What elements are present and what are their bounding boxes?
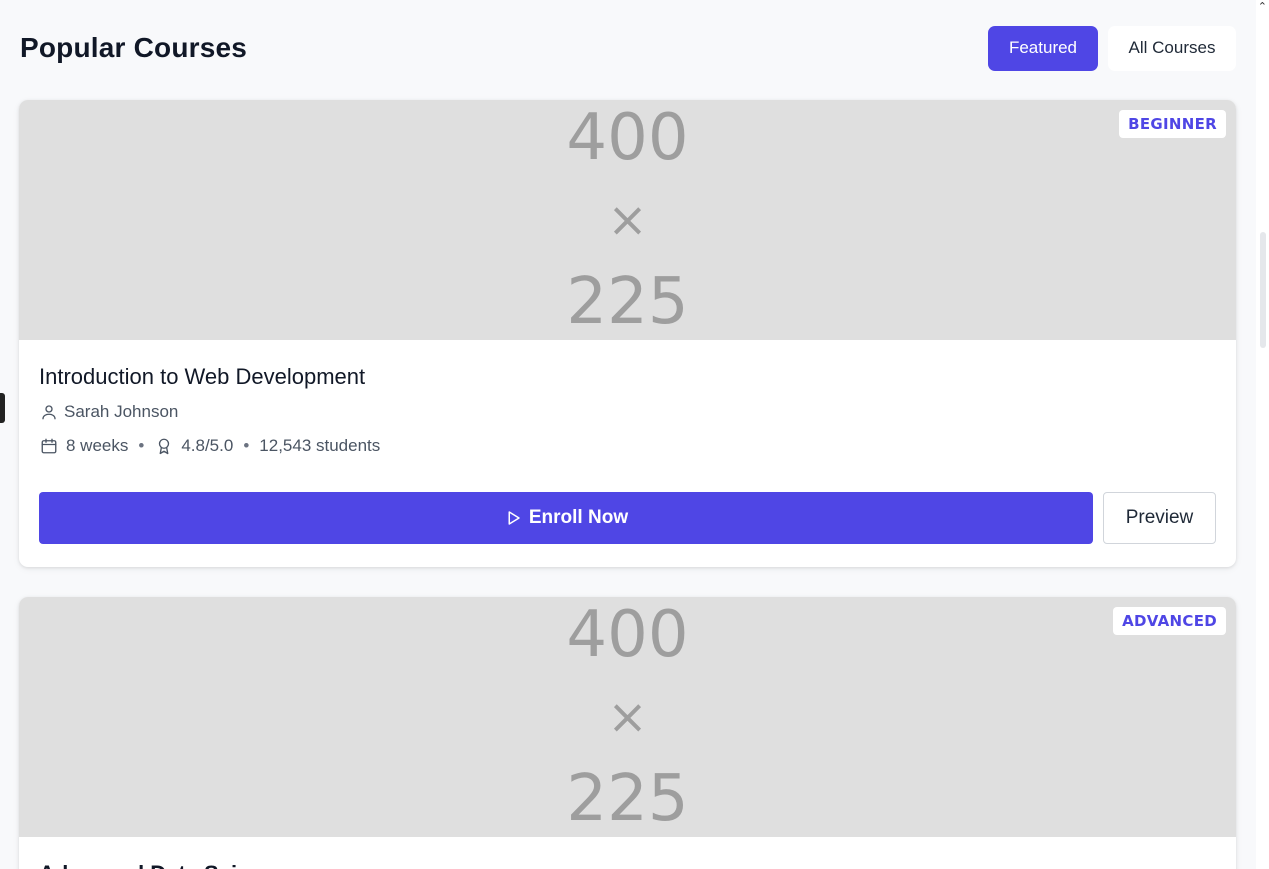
enroll-now-label: Enroll Now (528, 507, 629, 528)
scrollbar-thumb[interactable] (1260, 232, 1266, 348)
instructor-name: Sarah Johnson (64, 402, 179, 421)
course-thumbnail: 400 × 225 BEGINNER (19, 100, 1236, 340)
course-actions: Enroll Now Preview (39, 492, 1216, 544)
course-title: Introduction to Web Development (39, 364, 366, 389)
thumbnail-width-text: 400 (566, 101, 689, 175)
filter-tabs: Featured All Courses (988, 25, 1236, 71)
thumbnail-height-text: 225 (566, 265, 689, 339)
instructor-row: Sarah Johnson (39, 402, 1216, 422)
course-title: Advanced Data Science (39, 861, 287, 869)
preview-button[interactable]: Preview (1103, 492, 1216, 544)
award-icon (154, 437, 173, 456)
thumbnail-width-text: 400 (566, 598, 689, 672)
level-badge: BEGINNER (1119, 110, 1226, 138)
course-card: 400 × 225 ADVANCED Advanced Data Science (19, 597, 1236, 869)
course-meta: 8 weeks • 4.8/5.0 • 12,543 students (39, 436, 1216, 456)
user-icon (39, 403, 58, 422)
thumbnail-times-text: × (607, 689, 648, 745)
enroll-now-button[interactable]: Enroll Now (39, 492, 1093, 544)
course-rating: 4.8/5.0 (181, 436, 234, 455)
featured-filter-button[interactable]: Featured (988, 25, 1098, 71)
play-icon (504, 509, 523, 528)
course-card: 400 × 225 BEGINNER Introduction to Web D… (19, 100, 1236, 567)
meta-separator: • (243, 436, 250, 455)
course-details: Introduction to Web Development Sarah Jo… (19, 340, 1236, 564)
page-title: Popular Courses (20, 32, 248, 63)
all-courses-filter-button[interactable]: All Courses (1108, 25, 1236, 71)
scroll-up-arrow-icon[interactable]: ⌃ (1258, 0, 1267, 13)
header: Popular Courses Featured All Courses (20, 25, 1236, 71)
meta-separator: • (138, 436, 145, 455)
thumbnail-height-text: 225 (566, 762, 689, 836)
thumbnail-times-text: × (607, 192, 648, 248)
course-thumbnail: 400 × 225 ADVANCED (19, 597, 1236, 837)
level-badge: ADVANCED (1113, 607, 1226, 635)
vertical-scrollbar[interactable]: ⌃ (1256, 0, 1269, 869)
side-tab-handle[interactable] (0, 393, 5, 423)
course-duration: 8 weeks (66, 436, 129, 455)
page: Popular Courses Featured All Courses 400… (0, 0, 1256, 869)
course-students: 12,543 students (259, 436, 381, 455)
calendar-icon (39, 437, 58, 456)
